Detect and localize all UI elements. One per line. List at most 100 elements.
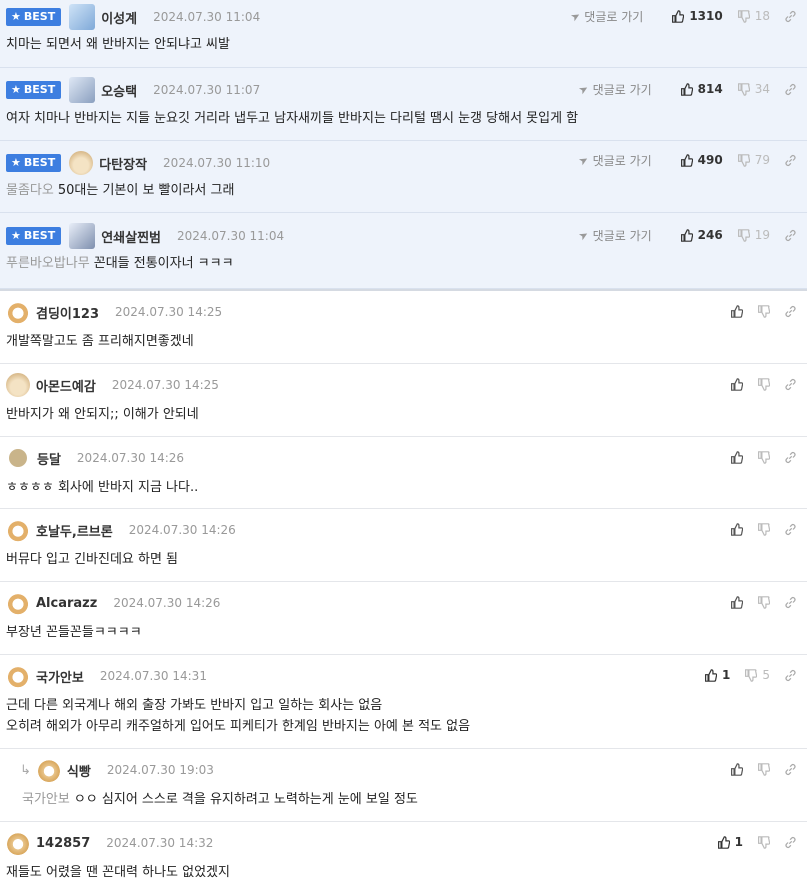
link-button[interactable] (784, 596, 797, 609)
dislike-button[interactable]: 5 (744, 668, 770, 682)
like-button[interactable] (730, 304, 743, 318)
like-button[interactable]: 814 (680, 82, 723, 96)
like-button[interactable]: 1310 (671, 9, 723, 23)
link-button[interactable] (784, 523, 797, 536)
avatar[interactable] (69, 4, 96, 30)
reply-target-nick[interactable]: 물좀다오 (6, 183, 54, 198)
send-arrow-icon: ➤ (568, 8, 583, 24)
link-button[interactable] (784, 229, 797, 242)
thumbs-up-icon (680, 153, 693, 167)
avatar[interactable] (69, 77, 96, 103)
best-comment: ★ BEST 오승택 2024.07.30 11:07 ➤ 댓글로 가기 814 3… (0, 68, 807, 141)
go-to-reply-link[interactable]: ➤ 댓글로 가기 (577, 81, 652, 98)
link-icon (785, 154, 796, 166)
send-arrow-icon: ➤ (576, 227, 592, 243)
link-button[interactable] (784, 669, 797, 682)
thumbs-down-icon (758, 450, 770, 464)
nickname[interactable]: 아몬드예감 (36, 376, 96, 395)
comment: Alcarazz 2024.07.30 14:26 부장년 꼰들꼰들ㅋㅋㅋㅋ (0, 582, 807, 655)
nickname[interactable]: 겸딩이123 (36, 303, 99, 322)
thumbs-down-icon (758, 304, 770, 318)
nickname[interactable]: 연쇄살찐범 (101, 227, 161, 246)
nickname[interactable]: 식빵 (67, 761, 91, 780)
like-button[interactable] (730, 762, 743, 776)
avatar[interactable] (6, 831, 30, 855)
nickname[interactable]: 142857 (36, 836, 90, 851)
comment-text: 개발쪽말고도 좀 프리해지면좋겠네 (6, 334, 194, 349)
avatar[interactable] (6, 591, 30, 615)
link-button[interactable] (784, 83, 797, 96)
best-comment: ★ BEST 이성계 2024.07.30 11:04 ➤ 댓글로 가기 1310 … (0, 0, 807, 68)
avatar[interactable] (36, 758, 61, 782)
like-button[interactable]: 1 (704, 668, 730, 682)
dislike-button[interactable] (757, 835, 770, 849)
dislike-button[interactable]: 19 (737, 228, 770, 242)
link-button[interactable] (784, 836, 797, 849)
link-button[interactable] (784, 763, 797, 776)
link-button[interactable] (784, 451, 797, 464)
nickname[interactable]: 호날두,르브론 (36, 521, 113, 540)
comment-date: 2024.07.30 19:03 (106, 763, 214, 777)
nickname[interactable]: 등달 (37, 449, 61, 468)
comment-date: 2024.07.30 11:04 (153, 10, 261, 24)
thumbs-up-icon (731, 304, 743, 318)
avatar[interactable] (9, 449, 27, 467)
reply-target-nick[interactable]: 푸른바오밥나무 (6, 256, 90, 271)
dislike-button[interactable] (757, 377, 770, 391)
dislike-button[interactable] (757, 762, 770, 776)
avatar[interactable] (6, 518, 30, 542)
comment-date: 2024.07.30 11:10 (163, 156, 271, 170)
dislike-button[interactable] (757, 304, 770, 318)
like-button[interactable] (730, 377, 743, 391)
dislike-button[interactable]: 79 (737, 153, 770, 167)
nickname[interactable]: Alcarazz (36, 596, 97, 611)
like-count: 1310 (689, 9, 723, 23)
link-button[interactable] (784, 378, 797, 391)
dislike-button[interactable]: 34 (737, 82, 770, 96)
reply-target-nick[interactable]: 국가안보 (22, 792, 70, 807)
avatar[interactable] (69, 223, 96, 249)
comment-list: ★ BEST 이성계 2024.07.30 11:04 ➤ 댓글로 가기 1310 … (0, 0, 807, 892)
like-button[interactable] (730, 595, 743, 609)
comment: 142857 2024.07.30 14:32 1 재들도 어렸을 땐 꼰대력 … (0, 822, 807, 892)
best-badge: ★ BEST (6, 227, 62, 245)
dislike-count: 5 (762, 668, 770, 682)
send-arrow-icon: ➤ (576, 152, 592, 168)
comment-text: 근데 다른 외국계나 해외 출장 가봐도 반바지 입고 일하는 회사는 없음 오… (0, 695, 807, 737)
avatar[interactable] (6, 664, 30, 688)
dislike-count: 79 (754, 153, 770, 167)
comment-text: 물좀다오 50대는 기본이 보 빨이라서 그래 (6, 183, 235, 198)
star-icon: ★ (11, 156, 21, 169)
link-icon (785, 523, 796, 535)
like-count: 1 (722, 668, 731, 682)
dislike-button[interactable]: 18 (737, 9, 770, 23)
like-button[interactable]: 1 (717, 835, 743, 849)
nickname[interactable]: 다탄장작 (99, 154, 147, 173)
dislike-button[interactable] (757, 522, 770, 536)
go-to-reply-link[interactable]: ➤ 댓글로 가기 (576, 227, 652, 244)
comment-date: 2024.07.30 14:26 (113, 596, 221, 610)
link-button[interactable] (784, 10, 797, 23)
dislike-button[interactable] (757, 595, 770, 609)
go-to-reply-link[interactable]: ➤ 댓글로 가기 (576, 152, 652, 169)
thumbs-down-icon (758, 595, 770, 609)
avatar[interactable] (6, 300, 30, 324)
link-button[interactable] (784, 154, 797, 167)
like-button[interactable] (730, 450, 743, 464)
go-to-reply-link[interactable]: ➤ 댓글로 가기 (568, 8, 643, 25)
avatar[interactable] (6, 373, 30, 397)
link-icon (785, 836, 796, 848)
like-button[interactable] (730, 522, 743, 536)
like-button[interactable]: 490 (680, 153, 723, 167)
reply-comment: ↳ 식빵 2024.07.30 19:03 국가안보 ㅇㅇ 심지어 스스로 격을 … (0, 749, 807, 822)
nickname[interactable]: 오승택 (101, 81, 137, 100)
nickname[interactable]: 국가안보 (36, 667, 84, 686)
like-button[interactable]: 246 (680, 228, 723, 242)
best-comment: ★ BEST 연쇄살찐범 2024.07.30 11:04 ➤ 댓글로 가기 246… (0, 213, 807, 289)
comment-date: 2024.07.30 14:26 (128, 523, 236, 537)
thumbs-up-icon (680, 82, 693, 96)
avatar[interactable] (69, 151, 94, 175)
nickname[interactable]: 이성계 (101, 8, 137, 27)
dislike-button[interactable] (757, 450, 770, 464)
link-button[interactable] (784, 305, 797, 318)
